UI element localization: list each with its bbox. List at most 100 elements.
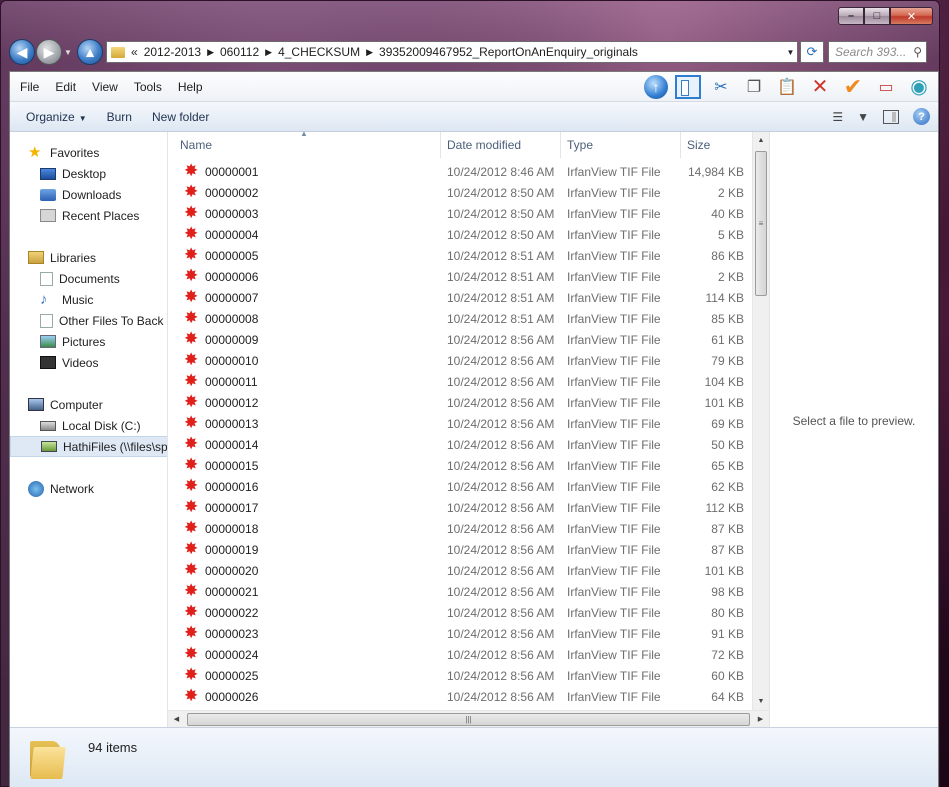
file-row[interactable]: 00000011 10/24/2012 8:56 AM IrfanView TIF …: [168, 371, 758, 392]
properties-icon[interactable]: ▭: [873, 75, 899, 99]
breadcrumb-chevron-icon[interactable]: ▶: [207, 47, 214, 58]
organize-button[interactable]: Organize ▼: [10, 110, 97, 124]
file-name: 00000011: [205, 374, 258, 389]
copy-icon[interactable]: ❐: [741, 75, 767, 99]
file-row[interactable]: 00000001 10/24/2012 8:46 AM IrfanView TIF …: [168, 161, 758, 182]
breadcrumb-chevron-icon[interactable]: ▶: [366, 47, 373, 58]
up-button[interactable]: ▲: [77, 39, 103, 65]
column-header-date[interactable]: Date modified: [441, 131, 561, 158]
file-row[interactable]: 00000021 10/24/2012 8:56 AM IrfanView TIF …: [168, 581, 758, 602]
file-row[interactable]: 00000003 10/24/2012 8:50 AM IrfanView TIF …: [168, 203, 758, 224]
file-row[interactable]: 00000022 10/24/2012 8:56 AM IrfanView TIF …: [168, 602, 758, 623]
navigation-pane-toggle-icon[interactable]: [675, 74, 701, 99]
menu-tools[interactable]: Tools: [126, 80, 170, 94]
search-input[interactable]: Search 393... ⚲: [828, 41, 927, 63]
nav-hathifiles[interactable]: HathiFiles (\\files\sp: [10, 436, 167, 457]
recent-pages-dropdown[interactable]: ▼: [63, 48, 73, 57]
breadcrumb-item[interactable]: 4_CHECKSUM: [278, 45, 360, 59]
file-row[interactable]: 00000018 10/24/2012 8:56 AM IrfanView TIF …: [168, 518, 758, 539]
breadcrumb-overflow[interactable]: «: [131, 45, 138, 59]
preview-pane-icon[interactable]: [883, 109, 899, 124]
help-icon[interactable]: ?: [913, 108, 930, 125]
nav-libraries[interactable]: Libraries: [10, 247, 167, 268]
breadcrumb-item[interactable]: 2012-2013: [144, 45, 201, 59]
breadcrumb-chevron-icon[interactable]: ▶: [265, 47, 272, 58]
shell-icon[interactable]: ◉: [906, 75, 932, 99]
paste-icon[interactable]: 📋: [774, 75, 800, 99]
scroll-right-icon[interactable]: ▶: [752, 715, 769, 723]
cut-icon[interactable]: ✂: [708, 75, 734, 99]
nav-music[interactable]: ♪ Music: [10, 289, 167, 310]
nav-other-files[interactable]: Other Files To Back Up: [10, 310, 167, 331]
file-row[interactable]: 00000005 10/24/2012 8:51 AM IrfanView TIF …: [168, 245, 758, 266]
change-view-button[interactable]: ☰: [832, 110, 843, 124]
refresh-button[interactable]: ⟳: [800, 41, 824, 63]
nav-downloads[interactable]: Downloads: [10, 184, 167, 205]
file-row[interactable]: 00000002 10/24/2012 8:50 AM IrfanView TIF …: [168, 182, 758, 203]
scroll-down-icon[interactable]: ▼: [753, 693, 769, 710]
nav-local-disk[interactable]: Local Disk (C:): [10, 415, 167, 436]
vertical-scrollbar[interactable]: ▲ ≡ ▼: [752, 132, 769, 710]
nav-desktop[interactable]: Desktop: [10, 163, 167, 184]
minimize-button[interactable]: –: [838, 7, 864, 25]
file-row[interactable]: 00000004 10/24/2012 8:50 AM IrfanView TIF …: [168, 224, 758, 245]
nav-pictures[interactable]: Pictures: [10, 331, 167, 352]
file-row[interactable]: 00000026 10/24/2012 8:56 AM IrfanView TIF …: [168, 686, 758, 707]
command-bar-right: ☰ ▼ ?: [832, 108, 930, 125]
file-row[interactable]: 00000013 10/24/2012 8:56 AM IrfanView TIF …: [168, 413, 758, 434]
up-folder-icon[interactable]: ↑: [644, 74, 668, 99]
breadcrumb-item[interactable]: 060112: [220, 45, 259, 59]
breadcrumb-item-current[interactable]: 39352009467952_ReportOnAnEnquiry_origina…: [379, 45, 638, 59]
menu-help[interactable]: Help: [170, 80, 211, 94]
menu-file[interactable]: File: [10, 80, 47, 94]
file-row[interactable]: 00000020 10/24/2012 8:56 AM IrfanView TIF …: [168, 560, 758, 581]
nav-videos[interactable]: Videos: [10, 352, 167, 373]
checkmark-icon[interactable]: ✔: [840, 74, 866, 99]
file-row[interactable]: 00000019 10/24/2012 8:56 AM IrfanView TIF …: [168, 539, 758, 560]
nav-network[interactable]: Network: [10, 478, 167, 499]
forward-button[interactable]: ▶: [36, 39, 62, 65]
file-date: 10/24/2012 8:56 AM: [447, 584, 555, 599]
column-header-name[interactable]: ▲ Name: [168, 129, 441, 158]
scroll-left-icon[interactable]: ◀: [168, 715, 185, 723]
more-views-dropdown[interactable]: ▼: [857, 110, 869, 124]
file-row[interactable]: 00000016 10/24/2012 8:56 AM IrfanView TIF …: [168, 476, 758, 497]
file-row[interactable]: 00000014 10/24/2012 8:56 AM IrfanView TIF …: [168, 434, 758, 455]
nav-recent-places[interactable]: Recent Places: [10, 205, 167, 226]
address-bar[interactable]: « 2012-2013 ▶ 060112 ▶ 4_CHECKSUM ▶ 3935…: [106, 41, 798, 63]
maximize-button[interactable]: □: [864, 7, 890, 25]
scroll-up-icon[interactable]: ▲: [753, 132, 769, 149]
file-row[interactable]: 00000007 10/24/2012 8:51 AM IrfanView TIF …: [168, 287, 758, 308]
file-row[interactable]: 00000017 10/24/2012 8:56 AM IrfanView TIF …: [168, 497, 758, 518]
irfanview-tif-icon: [184, 686, 202, 706]
organize-label: Organize: [26, 109, 75, 124]
file-row[interactable]: 00000009 10/24/2012 8:56 AM IrfanView TIF …: [168, 329, 758, 350]
close-button[interactable]: ✕: [890, 7, 933, 25]
file-row[interactable]: 00000023 10/24/2012 8:56 AM IrfanView TIF …: [168, 623, 758, 644]
column-header-type[interactable]: Type: [561, 131, 681, 158]
horizontal-scroll-thumb[interactable]: |||: [187, 712, 750, 726]
file-row[interactable]: 00000010 10/24/2012 8:56 AM IrfanView TIF …: [168, 350, 758, 371]
file-row[interactable]: 00000006 10/24/2012 8:51 AM IrfanView TIF …: [168, 266, 758, 287]
column-header-size[interactable]: Size: [681, 132, 758, 158]
menu-view[interactable]: View: [84, 80, 126, 94]
nav-favorites[interactable]: ★ Favorites: [10, 142, 167, 163]
burn-button[interactable]: Burn: [97, 110, 142, 124]
horizontal-scrollbar[interactable]: ◀ ||| ▶: [168, 710, 769, 727]
file-row[interactable]: 00000015 10/24/2012 8:56 AM IrfanView TIF …: [168, 455, 758, 476]
file-row[interactable]: 00000024 10/24/2012 8:56 AM IrfanView TIF …: [168, 644, 758, 665]
file-row[interactable]: 00000025 10/24/2012 8:56 AM IrfanView TIF …: [168, 665, 758, 686]
nav-documents[interactable]: Documents: [10, 268, 167, 289]
vertical-scroll-thumb[interactable]: ≡: [755, 151, 767, 296]
irfanview-tif-icon: [184, 497, 202, 517]
new-folder-button[interactable]: New folder: [142, 110, 219, 124]
nav-computer[interactable]: Computer: [10, 394, 167, 415]
menu-edit[interactable]: Edit: [47, 80, 84, 94]
back-button[interactable]: ◀: [9, 39, 35, 65]
irfanview-tif-icon: [184, 308, 202, 328]
file-row[interactable]: 00000012 10/24/2012 8:56 AM IrfanView TIF …: [168, 392, 758, 413]
file-row[interactable]: 00000008 10/24/2012 8:51 AM IrfanView TIF …: [168, 308, 758, 329]
videos-icon: [40, 356, 56, 369]
address-dropdown-icon[interactable]: ▼: [783, 48, 797, 57]
delete-icon[interactable]: ✕: [807, 75, 833, 99]
